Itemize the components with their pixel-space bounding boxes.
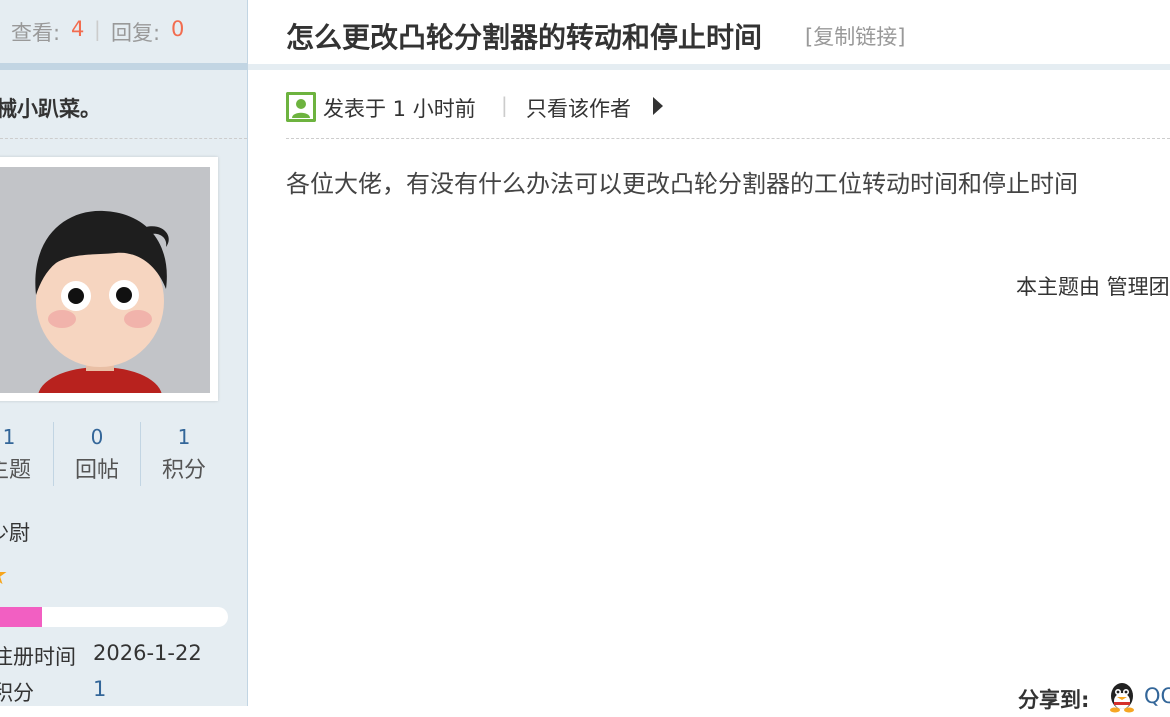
copy-link-button[interactable]: [复制链接]: [805, 21, 905, 51]
thread-title: 怎么更改凸轮分割器的转动和停止时间: [286, 21, 763, 54]
post-content: 各位大佬，有没有什么办法可以更改凸轮分割器的工位转动时间和停止时间: [286, 170, 1078, 198]
replies-label: 回复:: [111, 21, 161, 45]
stats-divider-bar: [0, 63, 247, 70]
only-author-link[interactable]: 只看该作者: [526, 93, 631, 123]
arrow-right-icon: [653, 97, 663, 115]
replies-count: 0: [171, 17, 185, 41]
register-time-label: 注册时间: [0, 645, 76, 669]
points-value-link[interactable]: 1: [93, 677, 106, 701]
stat-replies[interactable]: 0 回帖: [54, 420, 140, 488]
stat-value: 1: [177, 425, 191, 449]
manage-note: 本主题由 管理团: [1016, 275, 1170, 299]
divider: [0, 138, 247, 139]
qq-icon[interactable]: [1106, 681, 1138, 713]
stat-label: 主题: [0, 458, 31, 483]
divider: [286, 138, 1170, 139]
level-progress-fill: [0, 607, 43, 627]
views-count: 4: [71, 17, 85, 41]
share-qq-link[interactable]: QQ: [1144, 684, 1170, 708]
stat-value: 1: [2, 425, 16, 449]
points-label: 积分: [0, 681, 34, 705]
register-time-value: 2026-1-22: [93, 641, 202, 665]
avatar[interactable]: [0, 157, 218, 401]
meta-separator: |: [501, 93, 508, 117]
poster-icon: [286, 92, 316, 122]
stat-topics[interactable]: 1 主题: [0, 420, 52, 488]
stat-value: 0: [90, 425, 104, 449]
stat-label: 回帖: [74, 458, 119, 483]
star-icon: ★: [0, 560, 8, 591]
share-label: 分享到:: [1018, 688, 1090, 712]
rank-title[interactable]: 少尉: [0, 517, 30, 547]
views-label: 查看:: [11, 21, 61, 45]
level-progress-bar: [0, 607, 228, 627]
user-avatar-icon: [0, 167, 210, 393]
stats-separator: |: [94, 17, 101, 41]
thread-stats: 查看: 4 | 回复: 0: [0, 0, 247, 70]
author-name-link[interactable]: 械小趴菜。: [0, 93, 101, 123]
post-time: 发表于 1 小时前: [323, 97, 476, 121]
title-divider-bar: [248, 64, 1170, 70]
author-sidebar: 查看: 4 | 回复: 0 械小趴菜。 1 题 0 回帖 1 积分 尉 注册时间…: [0, 0, 248, 706]
stat-points[interactable]: 1 积分: [141, 420, 227, 488]
stat-label: 积分: [161, 458, 206, 483]
